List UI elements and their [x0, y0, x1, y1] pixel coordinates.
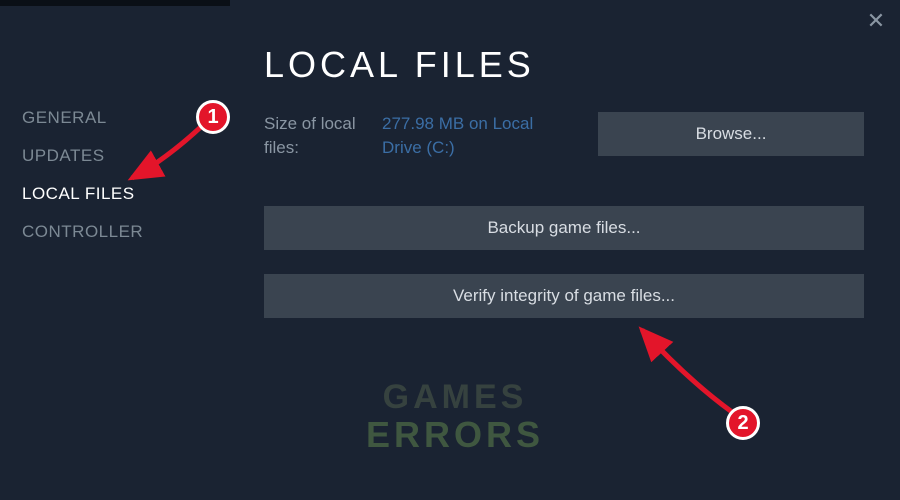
main-panel: LOCAL FILES Size of local files: 277.98 …: [264, 44, 864, 342]
close-icon: ✕: [867, 8, 885, 33]
browse-button[interactable]: Browse...: [598, 112, 864, 156]
sidebar-item-controller[interactable]: CONTROLLER: [22, 222, 202, 242]
close-button[interactable]: ✕: [866, 12, 886, 32]
sidebar-item-label: CONTROLLER: [22, 222, 143, 241]
sidebar-item-local-files[interactable]: LOCAL FILES: [22, 184, 202, 204]
watermark-line-1: GAMES: [366, 380, 544, 416]
sidebar-item-updates[interactable]: UPDATES: [22, 146, 202, 166]
properties-window: ✕ GENERAL UPDATES LOCAL FILES CONTROLLER…: [0, 0, 900, 500]
annotation-marker-2: 2: [726, 406, 760, 440]
watermark: GAMES ERRORS: [366, 380, 544, 453]
sidebar-item-label: UPDATES: [22, 146, 105, 165]
verify-integrity-button[interactable]: Verify integrity of game files...: [264, 274, 864, 318]
page-title: LOCAL FILES: [264, 44, 864, 86]
top-bar-accent: [0, 0, 230, 6]
sidebar-item-general[interactable]: GENERAL: [22, 108, 202, 128]
sidebar: GENERAL UPDATES LOCAL FILES CONTROLLER: [22, 108, 202, 260]
watermark-line-2: ERRORS: [366, 416, 544, 454]
size-info-row: Size of local files: 277.98 MB on Local …: [264, 112, 864, 160]
size-value: 277.98 MB on Local Drive (C:): [382, 112, 552, 160]
sidebar-item-label: GENERAL: [22, 108, 107, 127]
sidebar-item-label: LOCAL FILES: [22, 184, 135, 203]
size-label: Size of local files:: [264, 112, 368, 160]
backup-game-files-button[interactable]: Backup game files...: [264, 206, 864, 250]
